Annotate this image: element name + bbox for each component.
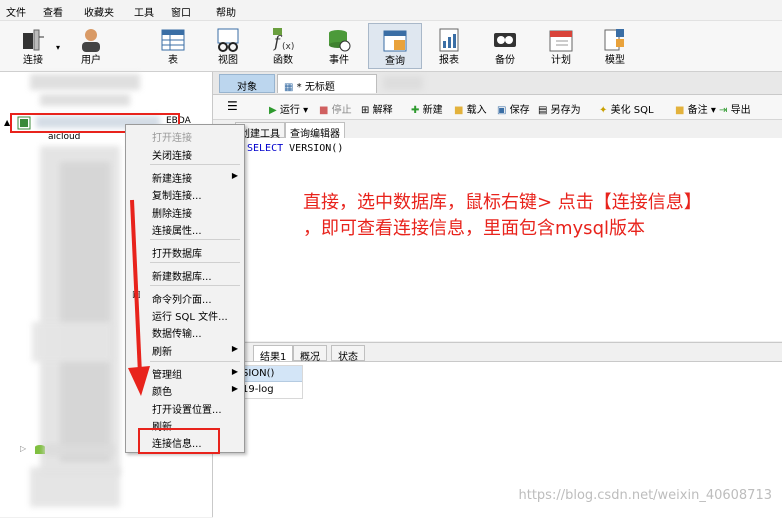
menu-item-connection-properties[interactable]: 连接属性... (152, 222, 202, 237)
menu-item-copy-connection[interactable]: 复制连接... (152, 187, 202, 202)
dropdown-arrow-icon[interactable]: ▾ (56, 43, 60, 52)
submenu-arrow-icon: ▶ (231, 367, 238, 376)
toolbar-report-button[interactable]: 报表 (424, 23, 474, 69)
load-button[interactable]: ■ 载入 (454, 101, 487, 116)
menu-file[interactable]: 文件 (6, 4, 26, 19)
user-icon (82, 29, 100, 52)
editor-subtabs: 创建工具 查询编辑器 (213, 120, 782, 140)
toolbar-view-button[interactable]: 视图 (203, 23, 253, 69)
connection-info-highlight-box (138, 428, 220, 454)
expand-arrow-icon[interactable]: ▷ (20, 444, 26, 453)
comment-icon: ■ (675, 105, 685, 116)
menu-bar: 文件 查看 收藏夹 工具 窗口 帮助 (0, 0, 782, 21)
play-icon: ▶ (269, 105, 277, 116)
export-button[interactable]: ⇥ 导出 (719, 101, 751, 116)
connection-icon (23, 29, 44, 51)
new-icon: ✚ (411, 105, 420, 116)
tab-untitled-query[interactable]: ▦ * 无标题 (277, 74, 377, 93)
tab-status[interactable]: 状态 (331, 345, 365, 363)
menu-item-open-database[interactable]: 打开数据库 (152, 245, 202, 260)
model-icon (604, 29, 624, 51)
query-toolbar: ☰ ▶ 运行 ▾ ■ 停止 ⊞ 解释 ✚ 新建 ■ 载入 ▣ 保存 ▤ 另存为 … (213, 95, 782, 120)
toolbar-table-button[interactable]: 表 (148, 23, 198, 69)
tab-objects[interactable]: 对象 (219, 74, 275, 93)
tab-profile[interactable]: 概况 (293, 345, 327, 363)
query-icon: ▦ (284, 82, 294, 93)
menu-item-new-database[interactable]: 新建数据库... (152, 268, 212, 283)
main-toolbar: 连接 ▾ 用户 表 视图 f (x) 函数 事件 查询 报表 备份 计划 模型 (0, 21, 782, 72)
save-as-button[interactable]: ▤ 另存为 (538, 101, 581, 116)
backup-icon (494, 33, 516, 47)
toolbar-model-button[interactable]: 模型 (590, 23, 640, 69)
menu-window[interactable]: 窗口 (171, 4, 191, 19)
query-icon (383, 30, 407, 52)
save-as-icon: ▤ (538, 105, 548, 116)
save-icon: ▣ (497, 105, 507, 116)
table-icon (161, 29, 185, 51)
save-button[interactable]: ▣ 保存 (497, 101, 530, 116)
view-icon (217, 28, 239, 52)
menu-item-open-location[interactable]: 打开设置位置... (152, 401, 222, 416)
toolbar-schedule-button[interactable]: 计划 (536, 23, 586, 69)
explain-button[interactable]: ⊞ 解释 (361, 101, 393, 116)
menu-item-color[interactable]: 颜色 (152, 383, 172, 398)
toolbar-user-button[interactable]: 用户 (66, 23, 116, 69)
run-button[interactable]: ▶ 运行 ▾ (269, 101, 308, 116)
toolbar-function-button[interactable]: f (x) 函数 (258, 23, 308, 69)
menu-item-new-connection[interactable]: 新建连接 (152, 170, 192, 185)
report-icon (439, 28, 459, 52)
new-button[interactable]: ✚ 新建 (411, 101, 443, 116)
results-tabbar: 结果1 概况 状态 (213, 343, 782, 363)
submenu-arrow-icon: ▶ (231, 171, 238, 180)
submenu-arrow-icon: ▶ (231, 344, 238, 353)
menu-item-refresh[interactable]: 刷新 (152, 343, 172, 358)
tab-result-1[interactable]: 结果1 (253, 345, 294, 363)
annotation-text: 直接，选中数据库，鼠标右键> 点击【连接信息】 ，即可查看连接信息，里面包含my… (303, 192, 702, 239)
function-icon: f (x) (273, 28, 294, 52)
menu-item-data-transfer[interactable]: 数据传输... (152, 325, 202, 340)
toolbar-connection-button[interactable]: 连接 (8, 23, 58, 69)
stop-button[interactable]: ■ 停止 (319, 101, 352, 116)
event-icon (329, 30, 351, 52)
menu-item-manage-group[interactable]: 管理组 (152, 366, 182, 381)
menu-view[interactable]: 查看 (43, 4, 63, 19)
stop-icon: ■ (319, 105, 329, 116)
menu-item-delete-connection[interactable]: 删除连接 (152, 205, 192, 220)
tab-query-editor[interactable]: 查询编辑器 (285, 122, 345, 140)
beautify-icon: ✦ (599, 105, 608, 116)
menu-tools[interactable]: 工具 (134, 4, 154, 19)
submenu-arrow-icon: ▶ (231, 384, 238, 393)
menu-item-open-connection[interactable]: 打开连接 (152, 129, 192, 144)
calendar-icon (549, 30, 573, 52)
menu-help[interactable]: 帮助 (216, 4, 236, 19)
sql-line: SELECT VERSION() (247, 143, 344, 154)
menu-item-run-sql-file[interactable]: 运行 SQL 文件... (152, 308, 228, 323)
document-tabbar: 对象 ▦ * 无标题 (213, 72, 782, 95)
menu-item-close-connection[interactable]: 关闭连接 (152, 147, 192, 162)
watermark: https://blog.csdn.net/weixin_40608713 (518, 488, 772, 503)
menu-icon[interactable]: ☰ (227, 99, 238, 113)
toolbar-backup-button[interactable]: 备份 (480, 23, 530, 69)
tree-item-label[interactable]: aicloud (48, 132, 80, 142)
folder-icon: ■ (454, 105, 464, 116)
export-icon: ⇥ (719, 105, 728, 116)
red-arrow-annotation (128, 199, 150, 396)
menu-favorites[interactable]: 收藏夹 (84, 4, 114, 19)
toolbar-query-button[interactable]: 查询 (368, 23, 422, 69)
explain-icon: ⊞ (361, 105, 370, 116)
beautify-sql-button[interactable]: ✦ 美化 SQL (599, 101, 654, 116)
comment-button[interactable]: ■ 备注 ▾ (675, 101, 716, 116)
menu-item-console[interactable]: 命令列介面... (152, 291, 212, 306)
svg-text:(x): (x) (282, 42, 294, 52)
toolbar-event-button[interactable]: 事件 (314, 23, 364, 69)
